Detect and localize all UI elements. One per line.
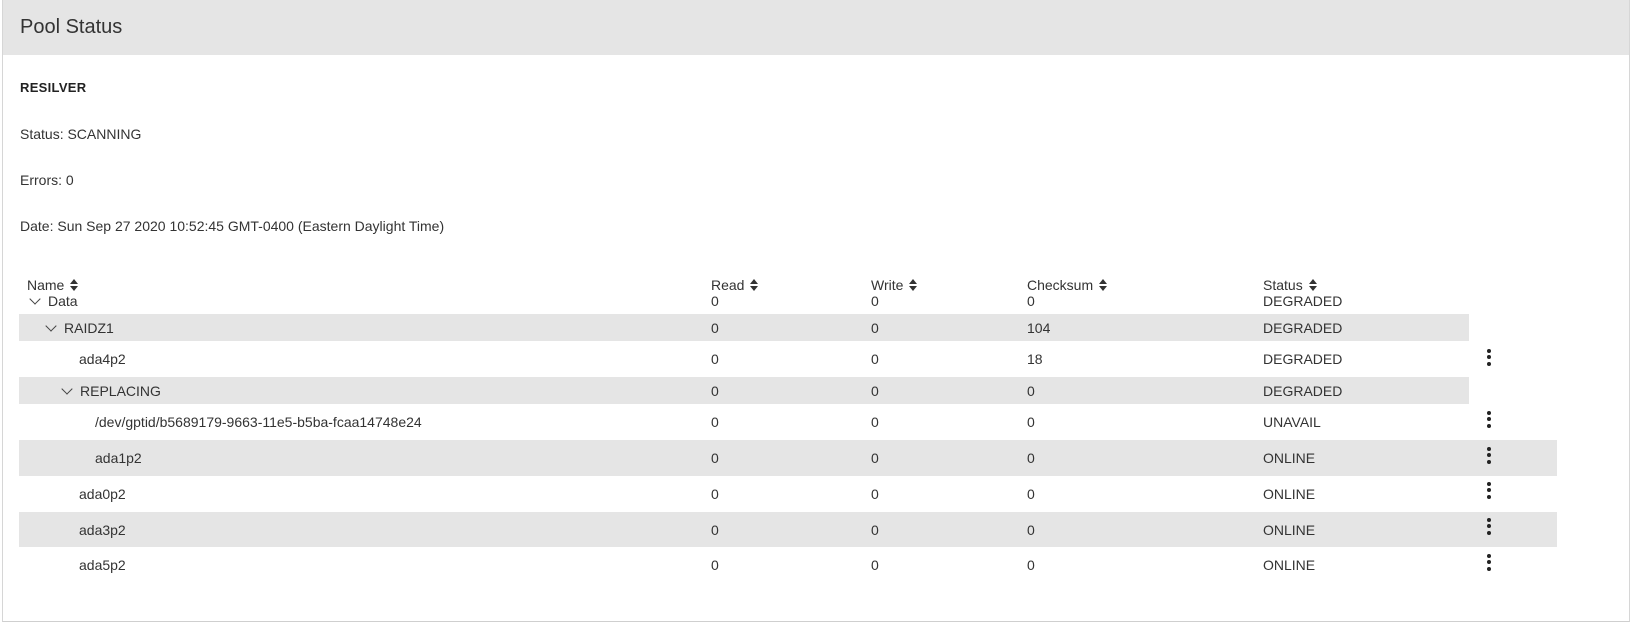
device-name: REPLACING [80,382,161,399]
more-vert-icon[interactable] [1479,445,1499,465]
scan-errors: Errors: 0 [20,172,74,188]
scan-date: Date: Sun Sep 27 2020 10:52:45 GMT-0400 … [20,218,445,234]
device-name: ada1p2 [95,450,142,466]
checksum-cell: 0 [1027,557,1035,573]
table-row: ada3p2 0 0 0 ONLINE [19,512,1557,547]
write-cell: 0 [871,351,879,367]
status-cell: ONLINE [1263,521,1316,538]
checksum-cell: 18 [1027,351,1043,367]
read-cell: 0 [711,319,719,336]
read-cell: 0 [711,382,719,399]
chevron-down-icon[interactable] [61,382,73,395]
read-cell: 0 [711,293,719,309]
write-cell: 0 [871,557,879,573]
checksum-cell: 0 [1027,521,1035,538]
scan-status: Status: SCANNING [20,126,142,142]
device-name: RAIDZ1 [64,319,114,336]
table-row: ada1p2 0 0 0 ONLINE [19,440,1557,476]
read-cell: 0 [711,351,719,367]
checksum-cell: 0 [1027,293,1035,309]
checksum-cell: 0 [1027,414,1035,430]
more-vert-icon[interactable] [1479,409,1499,429]
write-cell: 0 [871,521,879,538]
more-vert-icon[interactable] [1479,347,1499,367]
status-cell: UNAVAIL [1263,414,1321,430]
device-name: /dev/gptid/b5689179-9663-11e5-b5ba-fcaa1… [95,414,422,430]
name-cell: RAIDZ1 [45,319,114,336]
status-cell: ONLINE [1263,450,1316,466]
table-row: ada5p2 0 0 0 ONLINE [19,547,1557,583]
device-name: ada3p2 [79,521,126,538]
device-name: Data [48,293,78,309]
device-name: ada0p2 [79,486,126,502]
checksum-cell: 0 [1027,450,1035,466]
checksum-cell: 0 [1027,486,1035,502]
read-cell: 0 [711,557,719,573]
device-name: ada4p2 [79,351,126,367]
card-header: Pool Status [3,0,1629,55]
read-cell: 0 [711,450,719,466]
card-title: Pool Status [20,16,123,38]
resilver-section-title: RESILVER [20,80,87,95]
status-cell: DEGRADED [1263,382,1343,399]
write-cell: 0 [871,293,879,309]
write-cell: 0 [871,414,879,430]
write-cell: 0 [871,450,879,466]
pool-tree-table: Name Read Write Checksum Status Data 0 0… [19,272,1621,573]
status-cell: DEGRADED [1263,351,1343,367]
table-row: ada0p2 0 0 0 ONLINE [19,476,1557,512]
write-cell: 0 [871,382,879,399]
more-vert-icon[interactable] [1479,552,1499,572]
table-row: RAIDZ1 0 0 104 DEGRADED [19,314,1469,341]
checksum-cell: 104 [1027,319,1051,336]
read-cell: 0 [711,414,719,430]
status-cell: DEGRADED [1263,293,1343,309]
read-cell: 0 [711,521,719,538]
name-cell: REPLACING [61,382,161,399]
table-row: /dev/gptid/b5689179-9663-11e5-b5ba-fcaa1… [19,404,1469,440]
more-vert-icon[interactable] [1479,516,1499,536]
write-cell: 0 [871,486,879,502]
read-cell: 0 [711,486,719,502]
write-cell: 0 [871,319,879,336]
device-name: ada5p2 [79,557,126,573]
status-cell: DEGRADED [1263,319,1343,336]
chevron-down-icon[interactable] [45,319,57,332]
table-row: REPLACING 0 0 0 DEGRADED [19,377,1469,404]
checksum-cell: 0 [1027,382,1035,399]
chevron-down-icon[interactable] [29,293,41,305]
status-cell: ONLINE [1263,557,1316,573]
pool-status-card: Pool Status RESILVER Status: SCANNING Er… [2,0,1630,622]
table-row: Data 0 0 0 DEGRADED [19,288,1469,314]
more-vert-icon[interactable] [1479,480,1499,500]
name-cell: Data [29,293,78,309]
status-cell: ONLINE [1263,486,1316,502]
table-row: ada4p2 0 0 18 DEGRADED [19,341,1469,377]
